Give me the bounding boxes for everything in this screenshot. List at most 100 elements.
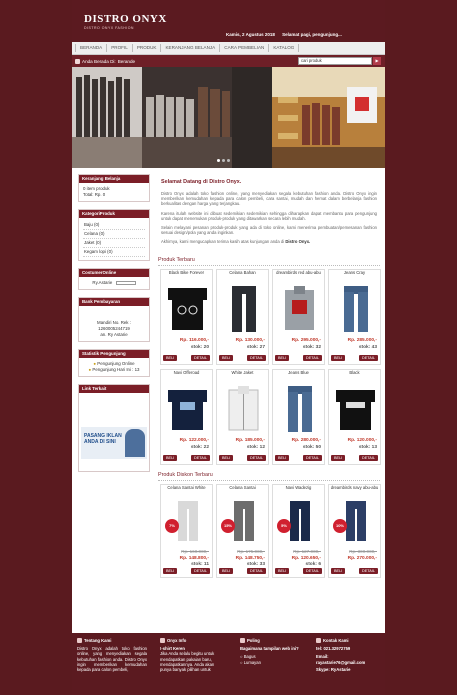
detail-button[interactable]: DETAIL — [358, 354, 378, 361]
product-card[interactable]: Black Bike Forever Rp. 116.000,- stok: 20 B… — [160, 268, 213, 365]
detail-button[interactable]: DETAIL — [190, 567, 210, 574]
product-name[interactable]: White Jaket — [217, 370, 268, 382]
welcome-brand: Distro Onyx. — [285, 239, 311, 245]
buy-button[interactable]: BELI — [275, 354, 290, 361]
product-actions: BELI DETAIL — [275, 567, 322, 574]
nav-item-beranda[interactable]: BERANDA — [75, 44, 108, 52]
product-image[interactable] — [280, 284, 319, 333]
stats-title: Statistik Pengunjung — [79, 350, 149, 358]
detail-button[interactable]: DETAIL — [190, 454, 210, 461]
product-image[interactable] — [224, 384, 263, 433]
detail-button[interactable]: DETAIL — [302, 354, 322, 361]
category-item[interactable]: Celana (0) — [83, 230, 145, 239]
buy-button[interactable]: BELI — [219, 354, 234, 361]
search-button[interactable]: ▶ — [373, 57, 381, 65]
poll-option[interactable]: Lumayan — [244, 660, 261, 665]
contact-email[interactable]: rayastarie76@gmail.com — [316, 660, 384, 665]
product-name[interactable]: Celana Santai White — [161, 485, 212, 497]
home-icon — [75, 58, 80, 64]
search-input[interactable]: cari produk — [298, 57, 372, 65]
product-name[interactable]: Navi Offeroad — [161, 370, 212, 382]
site-tagline: DISTRO ONYX FASHION — [84, 26, 134, 30]
footer-about-title: Tentang Kami — [84, 638, 112, 643]
product-name[interactable]: Jeans Cray — [329, 270, 380, 282]
product-name[interactable]: dreambirds red abu-abu — [273, 270, 324, 282]
product-card[interactable]: Black Rp. 120.000,- stok: 13 BELI DETAIL — [328, 368, 381, 465]
product-price: Rp. 116.000,- — [179, 337, 209, 343]
product-card[interactable]: Jeans Cray Rp. 285.000,- stok: 43 BELI DETAI… — [328, 268, 381, 365]
nav-item-cara-pembelian[interactable]: CARA PEMBELIAN — [220, 44, 270, 52]
detail-button[interactable]: DETAIL — [190, 354, 210, 361]
site-logo[interactable]: DISTRO ONYX — [84, 13, 167, 25]
product-name[interactable]: Black — [329, 370, 380, 382]
buy-button[interactable]: BELI — [275, 567, 290, 574]
slider-dot[interactable] — [217, 159, 220, 162]
welcome-paragraph: Distro Onyx adalah toko fashion online, … — [161, 191, 377, 207]
nav-item-profil[interactable]: PROFIL — [107, 44, 133, 52]
buy-button[interactable]: BELI — [163, 454, 178, 461]
detail-button[interactable]: DETAIL — [246, 354, 266, 361]
product-old-price: Rp. 175.000,- — [237, 548, 265, 554]
ym-icon[interactable] — [115, 280, 136, 285]
detail-button[interactable]: DETAIL — [246, 454, 266, 461]
detail-button[interactable]: DETAIL — [302, 454, 322, 461]
detail-button[interactable]: DETAIL — [358, 567, 378, 574]
slider-dot[interactable] — [222, 159, 225, 162]
product-image[interactable] — [336, 284, 375, 333]
product-actions: BELI DETAIL — [219, 454, 266, 461]
buy-button[interactable]: BELI — [331, 567, 346, 574]
slider-dots[interactable] — [217, 159, 230, 162]
nav-item-produk[interactable]: PRODUK — [133, 44, 162, 52]
discount-product-card[interactable]: Celana Santai White 7% Rp. 160.000,- Rp. 14… — [160, 483, 213, 578]
buy-button[interactable]: BELI — [275, 454, 290, 461]
date-greeting: Kamis, 2 Agustus 2018 Selamat pagi, peng… — [226, 32, 348, 37]
discount-product-card[interactable]: Celana Santai 15% Rp. 175.000,- Rp. 148.750… — [216, 483, 269, 578]
product-image[interactable] — [168, 384, 207, 433]
cs-name[interactable]: Ry.Astarie — [92, 280, 112, 285]
detail-button[interactable]: DETAIL — [302, 567, 322, 574]
nav-item-keranjang-belanja[interactable]: KERANJANG BELANJA — [161, 44, 221, 52]
product-name[interactable]: Jeans Blue — [273, 370, 324, 382]
product-name[interactable]: Celana Santai — [217, 485, 268, 497]
product-card[interactable]: Navi Offeroad Rp. 122.000,- stok: 22 BELI DE… — [160, 368, 213, 465]
product-card[interactable]: dreambirds red abu-abu Rp. 295.000,- stok:… — [272, 268, 325, 365]
product-stock: stok: 22 — [190, 444, 209, 450]
product-name[interactable]: Celana Bahan — [217, 270, 268, 282]
hero-slider[interactable] — [72, 67, 385, 168]
product-name[interactable]: Black Bike Forever — [161, 270, 212, 282]
product-name[interactable]: dreambirds navy abu-abu — [329, 485, 380, 497]
product-stock: stok: 11 — [191, 561, 209, 567]
product-image[interactable] — [168, 284, 207, 333]
product-image[interactable] — [224, 284, 263, 333]
buy-button[interactable]: BELI — [219, 567, 234, 574]
discount-product-card[interactable]: Navi Wadezig 5% Rp. 127.000,- Rp. 120.650,-… — [272, 483, 325, 578]
new-products-title: Produk Terbaru — [158, 257, 380, 266]
buy-button[interactable]: BELI — [163, 567, 178, 574]
product-name[interactable]: Navi Wadezig — [273, 485, 324, 497]
buy-button[interactable]: BELI — [331, 354, 346, 361]
product-card[interactable]: Jeans Blue Rp. 280.000,- stok: 50 BELI DETAI… — [272, 368, 325, 465]
nav-item-katalog[interactable]: KATALOG — [269, 44, 300, 52]
detail-button[interactable]: DETAIL — [358, 454, 378, 461]
product-card[interactable]: White Jaket Rp. 185.000,- stok: 12 BELI DETA… — [216, 368, 269, 465]
product-price: Rp. 270.000,- — [347, 555, 377, 561]
welcome-text: Distro Onyx adalah toko fashion online, … — [158, 191, 380, 245]
ad-banner[interactable]: PASANG IKLAN ANDA DI SINI — [81, 427, 147, 459]
product-image[interactable] — [336, 384, 375, 433]
product-old-price: Rp. 127.000,- — [293, 548, 321, 554]
category-item[interactable]: Jaket (0) — [83, 239, 145, 248]
breadcrumb-current[interactable]: Berande — [118, 59, 135, 64]
slider-dot[interactable] — [227, 159, 230, 162]
buy-button[interactable]: BELI — [163, 354, 178, 361]
category-item[interactable]: Kegam lopi (0) — [83, 248, 145, 257]
product-card[interactable]: Celana Bahan Rp. 130.000,- stok: 27 BELI DET… — [216, 268, 269, 365]
category-title: KategoriProduk — [79, 210, 149, 218]
sidebar: Keranjang Belanja 0 item produk Total: R… — [78, 174, 150, 479]
product-image[interactable] — [280, 384, 319, 433]
discount-product-card[interactable]: dreambirds navy abu-abu 10% Rp. 300.000,- R… — [328, 483, 381, 578]
buy-button[interactable]: BELI — [331, 454, 346, 461]
radio-icon[interactable]: ○ — [240, 660, 243, 665]
detail-button[interactable]: DETAIL — [246, 567, 266, 574]
buy-button[interactable]: BELI — [219, 454, 234, 461]
category-item[interactable]: Baju (0) — [83, 221, 145, 230]
